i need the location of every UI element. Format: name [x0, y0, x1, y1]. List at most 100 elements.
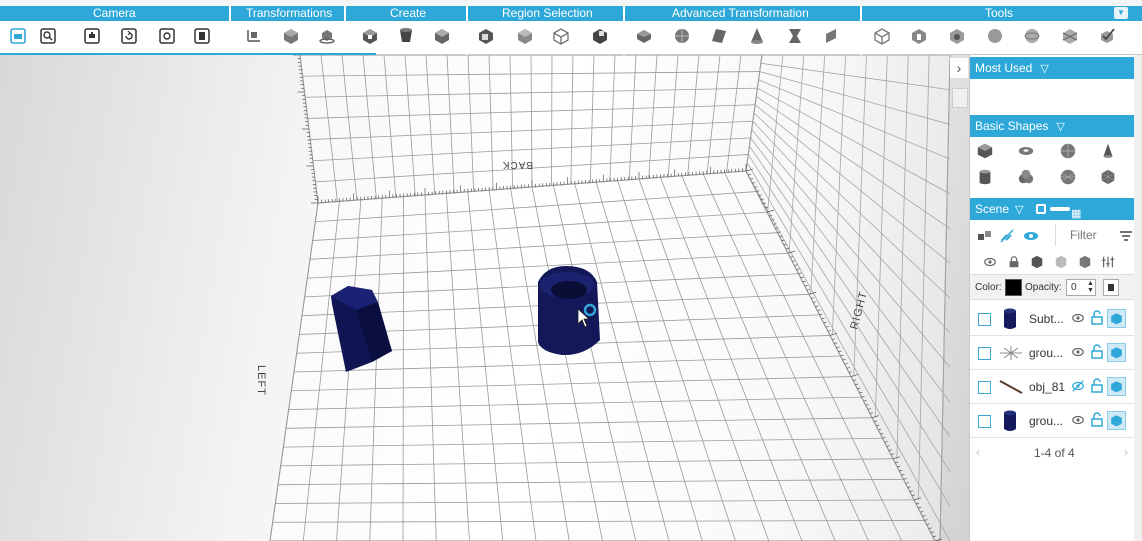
camera-home-icon[interactable]: [6, 24, 30, 48]
adv-sphere-icon[interactable]: [670, 24, 694, 48]
unlock-icon[interactable]: [1090, 378, 1104, 399]
scene-row[interactable]: obj_81: [970, 370, 1142, 404]
tool-solid-icon[interactable]: [907, 24, 931, 48]
rotate-view-icon[interactable]: [117, 24, 141, 48]
row-checkbox[interactable]: [978, 347, 991, 360]
panel-tab-handle[interactable]: [952, 88, 968, 108]
most-used-header[interactable]: Most Used ▽: [970, 57, 1142, 79]
adv-slice-icon[interactable]: [820, 24, 844, 48]
visibility-icon[interactable]: [1023, 228, 1039, 244]
row-name: grou...: [1029, 414, 1064, 428]
adv-bevel-icon[interactable]: [632, 24, 656, 48]
region-invert-icon[interactable]: [588, 24, 612, 48]
single-view-icon[interactable]: [1036, 204, 1046, 214]
rotate-object-icon[interactable]: [315, 24, 339, 48]
scene-row[interactable]: grou...: [970, 404, 1142, 438]
group-label-tools: Tools: [985, 6, 1014, 20]
link-off-icon[interactable]: [999, 228, 1015, 244]
panel-scrollbar[interactable]: [1134, 55, 1142, 541]
create-cube-icon[interactable]: [430, 24, 454, 48]
shape-torus-icon[interactable]: [1016, 141, 1036, 161]
unlock-icon[interactable]: [1090, 412, 1104, 433]
triangle-down-icon[interactable]: ▽: [1040, 58, 1048, 80]
region-wire-icon[interactable]: [549, 24, 573, 48]
triangle-down-icon[interactable]: ▽: [1015, 199, 1023, 221]
eye-icon[interactable]: [1071, 413, 1085, 432]
opacity-stepper-icon[interactable]: ▲ ▼: [1086, 280, 1095, 295]
basic-shapes-title: Basic Shapes: [975, 119, 1049, 133]
shape-cylinder-icon[interactable]: [975, 167, 995, 187]
cylinder-thumb-icon: [1002, 307, 1018, 336]
adv-shear-icon[interactable]: [707, 24, 731, 48]
material-icon[interactable]: [1077, 254, 1093, 270]
grid-view-icon[interactable]: ▦: [1071, 203, 1081, 225]
hole-icon[interactable]: [1053, 254, 1069, 270]
basic-shapes-header[interactable]: Basic Shapes ▽: [970, 115, 1142, 137]
row-name: Subt...: [1029, 312, 1064, 326]
tool-sphere-icon[interactable]: [983, 24, 1007, 48]
group-label-advanced-transformation: Advanced Transformation: [672, 6, 809, 20]
solid-toggle-icon[interactable]: [1107, 343, 1126, 362]
region-select-icon[interactable]: [474, 24, 498, 48]
chevron-left-icon[interactable]: ‹: [976, 445, 980, 459]
eye-icon[interactable]: [1071, 311, 1085, 330]
zoom-icon[interactable]: [36, 24, 60, 48]
tool-wire-icon[interactable]: [870, 24, 894, 48]
tool-mesh-icon[interactable]: [1058, 24, 1082, 48]
move-icon[interactable]: [279, 24, 303, 48]
lock-icon[interactable]: [1006, 254, 1022, 270]
align-icon[interactable]: [1100, 254, 1116, 270]
solid-toggle-icon[interactable]: [1107, 411, 1126, 430]
hollow-cylinder-object[interactable]: [538, 266, 600, 356]
fit-view-icon[interactable]: [190, 24, 214, 48]
create-box-icon[interactable]: [358, 24, 382, 48]
tool-hole-icon[interactable]: [945, 24, 969, 48]
shape-cube-icon[interactable]: [975, 141, 995, 161]
opacity-apply-icon[interactable]: [1103, 279, 1119, 296]
create-cylinder-icon[interactable]: [394, 24, 418, 48]
eye-hidden-icon[interactable]: [1071, 379, 1085, 398]
adv-twist-icon[interactable]: [783, 24, 807, 48]
group-objects-icon[interactable]: [977, 228, 993, 244]
filter-input[interactable]: Filter: [1055, 224, 1115, 246]
row-checkbox[interactable]: [978, 415, 991, 428]
color-swatch[interactable]: [1005, 279, 1022, 296]
region-box-icon[interactable]: [513, 24, 537, 48]
shape-sphere-icon[interactable]: [1058, 141, 1078, 161]
tool-check-icon[interactable]: [1095, 24, 1119, 48]
row-checkbox[interactable]: [978, 381, 991, 394]
chevron-down-icon[interactable]: ▼: [1114, 7, 1128, 19]
eye-outline-icon[interactable]: [982, 254, 998, 270]
adv-cone-icon[interactable]: [745, 24, 769, 48]
screenshot-icon[interactable]: [155, 24, 179, 48]
row-checkbox[interactable]: [978, 313, 991, 326]
chevron-right-icon[interactable]: ›: [1124, 445, 1128, 459]
filter-menu-icon[interactable]: [1118, 228, 1134, 244]
select-icon[interactable]: [242, 24, 266, 48]
left-wall-label: LEFT: [255, 365, 267, 396]
unlock-icon[interactable]: [1090, 344, 1104, 365]
shape-polyhedron-icon[interactable]: [1098, 167, 1118, 187]
tool-smooth-icon[interactable]: [1020, 24, 1044, 48]
shape-geosphere-icon[interactable]: [1058, 167, 1078, 187]
pan-icon[interactable]: [80, 24, 104, 48]
shape-knot-icon[interactable]: [1016, 167, 1036, 187]
solid-toggle-icon[interactable]: [1107, 377, 1126, 396]
scene-row[interactable]: Subt...: [970, 302, 1142, 336]
view-toggle-icon[interactable]: [1050, 207, 1070, 211]
chevron-right-icon[interactable]: ›: [950, 58, 968, 78]
color-label: Color:: [975, 282, 1002, 293]
solid-icon[interactable]: [1029, 254, 1045, 270]
scene-header[interactable]: Scene ▽ ▦: [970, 198, 1142, 220]
group-label-create: Create: [390, 6, 427, 20]
3d-viewport[interactable]: BACK LEFT RIGHT: [0, 55, 969, 541]
triangle-down-icon[interactable]: ▽: [1056, 116, 1064, 138]
eye-icon[interactable]: [1071, 345, 1085, 364]
scene-title: Scene: [975, 202, 1010, 216]
row-name: obj_81: [1029, 380, 1066, 394]
unlock-icon[interactable]: [1090, 310, 1104, 331]
shape-cone-icon[interactable]: [1098, 141, 1118, 161]
scene-row[interactable]: grou...: [970, 336, 1142, 370]
group-separator: [860, 6, 862, 55]
solid-toggle-icon[interactable]: [1107, 309, 1126, 328]
